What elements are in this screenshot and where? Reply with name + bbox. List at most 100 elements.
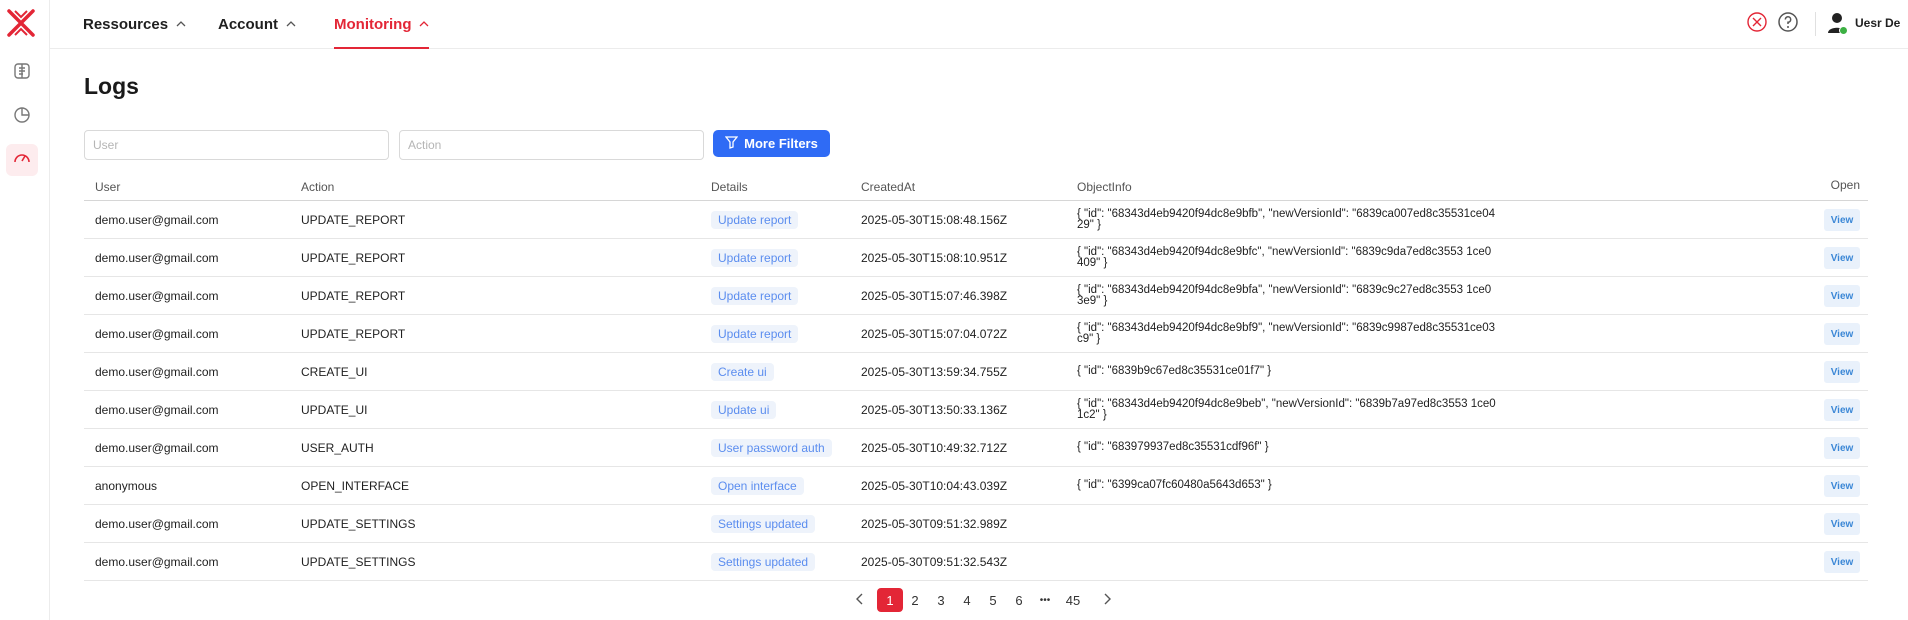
nav-account[interactable]: Account [218,0,296,48]
pagination-ellipsis[interactable]: ••• [1033,588,1057,612]
table-row: demo.user@gmail.com UPDATE_UI Update ui … [84,391,1868,429]
table-row: demo.user@gmail.com CREATE_UI Create ui … [84,353,1868,391]
object-info: { "id": "68343d4eb9420f94dc8e9bfa", "new… [1077,283,1492,307]
view-button[interactable]: View [1824,399,1860,421]
nav-label: Ressources [83,15,169,33]
cell-user: demo.user@gmail.com [95,353,219,390]
details-tag: Settings updated [711,552,816,571]
prev-page-button[interactable] [848,588,872,612]
user-filter-input[interactable] [84,130,389,160]
view-button[interactable]: View [1824,475,1860,497]
table-row: demo.user@gmail.com UPDATE_SETTINGS Sett… [84,505,1868,543]
pie-chart-icon [12,105,32,130]
nav-ressources[interactable]: Ressources [83,0,186,48]
table-header: User Action Details CreatedAt ObjectInfo… [84,176,1868,201]
object-info: { "id": "683979937ed8c35531cdf96f" } [1077,441,1269,453]
table-row: demo.user@gmail.com UPDATE_REPORT Update… [84,315,1868,353]
cell-action: UPDATE_UI [301,391,367,428]
table-row: demo.user@gmail.com UPDATE_REPORT Update… [84,201,1868,239]
object-info: { "id": "68343d4eb9420f94dc8e9bf9", "new… [1077,321,1495,345]
cell-details: Settings updated [711,543,816,580]
cell-details: Update report [711,201,799,238]
sidebar-item-monitoring[interactable] [6,144,38,176]
cell-action: OPEN_INTERFACE [301,467,409,504]
cell-user: demo.user@gmail.com [95,201,219,238]
view-button[interactable]: View [1824,323,1860,345]
brain-icon [12,61,32,86]
page-2[interactable]: 2 [903,588,927,612]
action-code: UPDATE_UI [301,402,368,417]
logs-table: User Action Details CreatedAt ObjectInfo… [84,176,1868,581]
view-button[interactable]: View [1824,551,1860,573]
cell-object: { "id": "68343d4eb9420f94dc8e9beb", "new… [1077,391,1497,428]
cell-user: demo.user@gmail.com [95,391,219,428]
user-email: demo.user@gmail.com [95,516,219,531]
user-name: Uesr De [1855,16,1901,30]
user-email: demo.user@gmail.com [95,326,219,341]
help-icon[interactable] [1777,11,1799,38]
view-button[interactable]: View [1824,513,1860,535]
action-code: UPDATE_REPORT [301,212,406,227]
column-header-open[interactable]: Open [1831,178,1860,192]
page-1[interactable]: 1 [877,588,903,612]
table-row: demo.user@gmail.com USER_AUTH User passw… [84,429,1868,467]
view-button[interactable]: View [1824,361,1860,383]
chevron-left-icon [856,593,864,608]
page-3[interactable]: 3 [929,588,953,612]
online-status-dot [1839,26,1848,35]
sidebar-item-brain[interactable] [6,57,38,89]
next-page-button[interactable] [1095,588,1119,612]
view-button[interactable]: View [1824,209,1860,231]
action-filter-input[interactable] [399,130,704,160]
cell-created: 2025-05-30T09:51:32.989Z [861,505,1007,542]
user-menu[interactable]: Uesr De [1827,12,1901,35]
cell-created: 2025-05-30T15:07:46.398Z [861,277,1007,314]
cell-created: 2025-05-30T15:08:48.156Z [861,201,1007,238]
action-code: UPDATE_SETTINGS [301,516,416,531]
gauge-icon [12,148,32,173]
column-header-created[interactable]: CreatedAt [861,180,915,194]
chevron-up-icon [419,21,429,27]
column-header-action[interactable]: Action [301,180,334,194]
more-filters-button[interactable]: More Filters [713,130,830,157]
user-email: demo.user@gmail.com [95,250,219,265]
chevron-right-icon [1103,593,1111,608]
details-tag: User password auth [711,438,832,457]
created-at: 2025-05-30T15:07:46.398Z [861,288,1008,303]
nav-label: Account [218,15,278,33]
action-code: USER_AUTH [301,440,374,455]
column-header-object[interactable]: ObjectInfo [1077,180,1132,194]
nav-monitoring[interactable]: Monitoring [334,0,430,49]
object-info: { "id": "6839b9c67ed8c35531ce01f7" } [1077,365,1272,377]
cell-user: demo.user@gmail.com [95,543,219,580]
sidebar-item-analytics[interactable] [6,101,38,133]
page-6[interactable]: 6 [1007,588,1031,612]
user-email: demo.user@gmail.com [95,288,219,303]
cell-created: 2025-05-30T15:08:10.951Z [861,239,1007,276]
page-4[interactable]: 4 [955,588,979,612]
column-header-user[interactable]: User [95,180,120,194]
object-info: { "id": "68343d4eb9420f94dc8e9bfc", "new… [1077,245,1492,269]
cell-details: User password auth [711,429,832,466]
cell-action: UPDATE_REPORT [301,277,405,314]
view-button[interactable]: View [1824,437,1860,459]
action-code: CREATE_UI [301,364,368,379]
page-5[interactable]: 5 [981,588,1005,612]
page-last[interactable]: 45 [1061,588,1085,612]
view-button[interactable]: View [1824,247,1860,269]
view-button[interactable]: View [1824,285,1860,307]
x-logo-icon[interactable] [6,8,36,38]
created-at: 2025-05-30T13:50:33.136Z [861,402,1008,417]
created-at: 2025-05-30T10:04:43.039Z [861,478,1008,493]
page-title: Logs [84,73,139,99]
logo-badge-icon[interactable] [1746,11,1768,38]
cell-action: UPDATE_REPORT [301,239,405,276]
action-code: UPDATE_SETTINGS [301,554,416,569]
cell-object: { "id": "683979937ed8c35531cdf96f" } [1077,429,1497,466]
details-tag: Open interface [711,476,804,495]
sidebar [0,0,50,620]
cell-details: Update report [711,277,799,314]
details-tag: Update report [711,286,799,305]
cell-action: CREATE_UI [301,353,367,390]
column-header-details[interactable]: Details [711,180,748,194]
